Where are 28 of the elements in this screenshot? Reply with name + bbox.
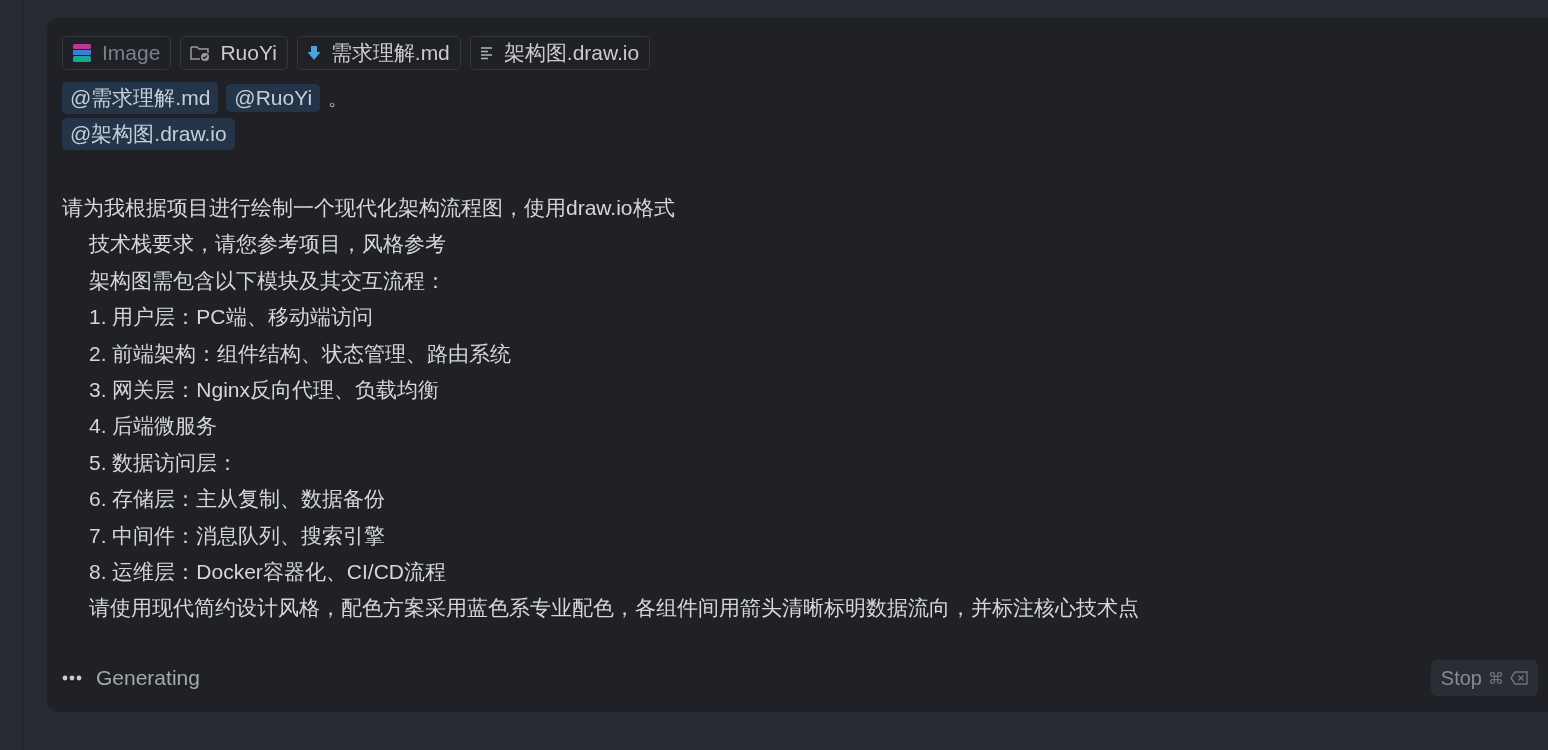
file-mention[interactable]: @RuoYi [226, 84, 321, 112]
text-lines-icon [479, 46, 494, 60]
prompt-line: 4. 后端微服务 [89, 414, 218, 438]
prompt-line: 6. 存储层：主从复制、数据备份 [89, 487, 386, 511]
attachment-chip[interactable]: 需求理解.md [296, 36, 461, 70]
prompt-line: 请为我根据项目进行绘制一个现代化架构流程图，使用draw.io格式 [62, 196, 675, 219]
prompt-line: 8. 运维层：Docker容器化、CI/CD流程 [89, 559, 447, 583]
stop-button[interactable]: Stop ⌘ [1430, 660, 1538, 696]
folder-icon [190, 44, 211, 62]
prompt-line: 3. 网关层：Nginx反向代理、负载均衡 [89, 377, 440, 401]
file-mention[interactable]: @架构图.draw.io [62, 118, 235, 150]
file-mention[interactable]: @需求理解.md [62, 82, 219, 114]
prompt-line: 架构图需包含以下模块及其交互流程： [89, 268, 446, 292]
prompt-line: 1. 用户层：PC端、移动端访问 [89, 305, 373, 329]
punctuation-text: 。 [328, 85, 349, 111]
image-icon [72, 43, 92, 63]
attachment-chip[interactable]: RuoYi [180, 36, 288, 70]
attachment-chip[interactable]: Image [62, 36, 172, 70]
prompt-line: 2. 前端架构：组件结构、状态管理、路由系统 [89, 341, 512, 365]
delete-key-icon [1510, 671, 1528, 685]
prompt-line: 请使用现代简约设计风格，配色方案采用蓝色系专业配色，各组件间用箭头清晰标明数据流向，并标注核心技术点 [89, 596, 1139, 620]
prompt-line: 技术栈要求，请您参考项目，风格参考 [89, 232, 446, 256]
prompt-line: 5. 数据访问层： [89, 450, 239, 474]
status-text: Generating [96, 666, 200, 690]
attachment-chip[interactable]: 架构图.draw.io [469, 36, 651, 70]
dots-icon [62, 675, 82, 681]
prompt-line: 7. 中间件：消息队列、搜索引擎 [89, 523, 386, 547]
download-arrow-icon [306, 45, 321, 61]
